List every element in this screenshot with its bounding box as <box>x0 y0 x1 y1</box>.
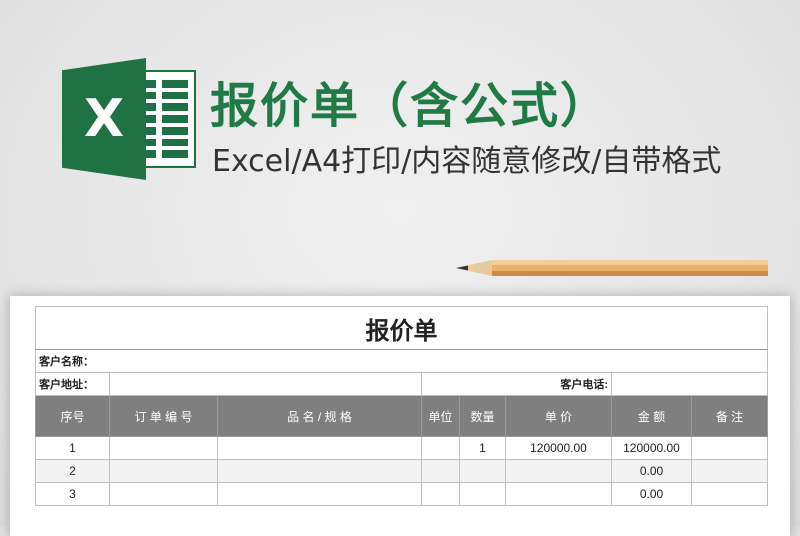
row-no[interactable]: 1 <box>35 436 110 460</box>
row-qty[interactable] <box>459 459 506 483</box>
row-amount[interactable]: 120000.00 <box>611 436 692 460</box>
page-title: 报价单（含公式） <box>210 78 611 134</box>
row-qty[interactable]: 1 <box>459 436 506 460</box>
quotation-table: 报价单 客户名称： 客户地址： 客户电话: 序号 订 单 编 号 品 名 / 规… <box>35 306 768 506</box>
row-order[interactable] <box>109 482 218 506</box>
document-title: 报价单 <box>35 306 768 350</box>
row-order[interactable] <box>109 436 218 460</box>
column-header-unit: 单位 <box>421 395 460 437</box>
row-unit[interactable] <box>421 482 460 506</box>
row-name[interactable] <box>217 436 422 460</box>
row-no[interactable]: 3 <box>35 482 110 506</box>
table-row: 1 1 120000.00 120000.00 <box>35 436 768 460</box>
logo-letter: X <box>83 89 125 149</box>
table-row: 2 0.00 <box>35 459 768 483</box>
row-amount[interactable]: 0.00 <box>611 459 692 483</box>
row-amount[interactable]: 0.00 <box>611 482 692 506</box>
column-header-order: 订 单 编 号 <box>109 395 218 437</box>
pencil-icon <box>456 260 768 276</box>
customer-address-label: 客户地址： <box>35 372 110 396</box>
row-note[interactable] <box>691 436 768 460</box>
excel-logo-icon: X <box>62 58 196 180</box>
row-price[interactable] <box>505 482 612 506</box>
header-row: 序号 订 单 编 号 品 名 / 规 格 单位 数量 单 价 金 额 备 注 <box>35 395 768 437</box>
row-price[interactable]: 120000.00 <box>505 436 612 460</box>
customer-phone-cell[interactable] <box>611 372 768 396</box>
column-header-qty: 数量 <box>459 395 506 437</box>
logo-plate: X <box>62 58 146 180</box>
column-header-amount: 金 额 <box>611 395 692 437</box>
customer-name-label: 客户名称： <box>35 349 768 373</box>
column-header-price: 单 价 <box>505 395 612 437</box>
row-qty[interactable] <box>459 482 506 506</box>
customer-phone-label: 客户电话: <box>421 372 612 396</box>
row-order[interactable] <box>109 459 218 483</box>
row-price[interactable] <box>505 459 612 483</box>
row-note[interactable] <box>691 482 768 506</box>
row-no[interactable]: 2 <box>35 459 110 483</box>
table-row: 3 0.00 <box>35 482 768 506</box>
column-header-no: 序号 <box>35 395 110 437</box>
row-name[interactable] <box>217 482 422 506</box>
column-header-note: 备 注 <box>691 395 768 437</box>
row-name[interactable] <box>217 459 422 483</box>
row-note[interactable] <box>691 459 768 483</box>
row-unit[interactable] <box>421 459 460 483</box>
column-header-name: 品 名 / 规 格 <box>217 395 422 437</box>
page-subtitle: Excel/A4打印/内容随意修改/自带格式 <box>212 144 722 179</box>
row-unit[interactable] <box>421 436 460 460</box>
spreadsheet-paper: 报价单 客户名称： 客户地址： 客户电话: 序号 订 单 编 号 品 名 / 规… <box>10 296 790 536</box>
customer-address-cell[interactable] <box>109 372 422 396</box>
